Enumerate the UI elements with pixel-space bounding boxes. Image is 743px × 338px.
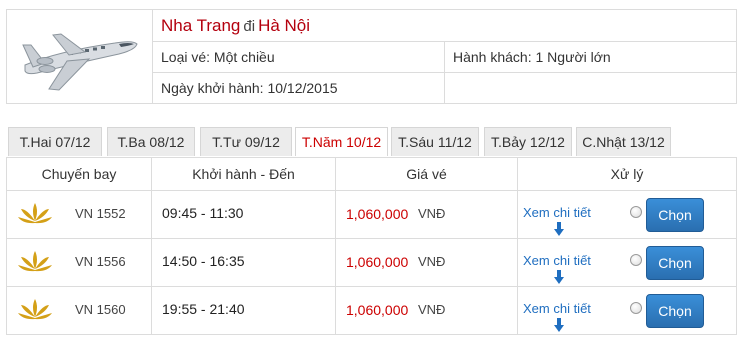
route-separator: đi [243, 18, 256, 35]
tab-fri-11-12[interactable]: T.Sáu 11/12 [391, 127, 479, 156]
ticket-type: Loại vé: Một chiều [153, 42, 445, 72]
tab-thu-10-12[interactable]: T.Năm 10/12 [295, 127, 388, 156]
select-flight-button[interactable]: Chọn [646, 198, 704, 232]
table-row: VN 1560 19:55 - 21:40 1,060,000 VNĐ Xem … [7, 287, 736, 335]
arrow-down-icon[interactable] [554, 318, 564, 332]
flight-times: 19:55 - 21:40 [162, 301, 245, 317]
view-details-link[interactable]: Xem chi tiết [523, 253, 591, 268]
route-title: Nha Trang đi Hà Nội [153, 10, 736, 42]
header-flight: Chuyến bay [7, 158, 152, 191]
departure-date: Ngày khởi hành: 10/12/2015 [153, 73, 445, 103]
view-details-link[interactable]: Xem chi tiết [523, 301, 591, 316]
search-summary: Nha Trang đi Hà Nội Loại vé: Một chiều Hàn… [6, 9, 737, 104]
select-radio[interactable] [630, 254, 642, 266]
tab-wed-09-12[interactable]: T.Tư 09/12 [200, 127, 292, 156]
lotus-logo-icon [18, 203, 52, 224]
tab-sat-12-12[interactable]: T.Bảy 12/12 [484, 127, 572, 156]
trip-info-row: Loại vé: Một chiều Hành khách: 1 Người l… [153, 42, 736, 73]
select-radio[interactable] [630, 206, 642, 218]
tab-tue-08-12[interactable]: T.Ba 08/12 [107, 127, 195, 156]
flight-times: 09:45 - 11:30 [162, 205, 244, 221]
to-city: Hà Nội [258, 16, 311, 35]
select-radio[interactable] [630, 302, 642, 314]
flight-number: VN 1560 [75, 302, 126, 317]
table-row: VN 1552 09:45 - 11:30 1,060,000 VNĐ Xem … [7, 191, 736, 239]
empty-cell [445, 73, 736, 103]
select-flight-button[interactable]: Chọn [646, 294, 704, 328]
flight-number: VN 1552 [75, 206, 126, 221]
arrow-down-icon[interactable] [554, 222, 564, 236]
flight-times: 14:50 - 16:35 [162, 253, 245, 269]
arrow-down-icon[interactable] [554, 270, 564, 284]
ticket-price: 1,060,000 [346, 302, 409, 318]
passenger-count: Hành khách: 1 Người lớn [453, 49, 611, 65]
tab-sun-13-12[interactable]: C.Nhật 13/12 [576, 127, 671, 156]
table-row: VN 1556 14:50 - 16:35 1,060,000 VNĐ Xem … [7, 239, 736, 287]
date-info-row: Ngày khởi hành: 10/12/2015 [153, 73, 736, 103]
ticket-price: 1,060,000 [346, 206, 409, 222]
flight-results-table: Chuyến bay Khởi hành - Đến Giá vé Xử lý … [6, 157, 737, 335]
header-price: Giá vé [336, 158, 518, 191]
currency: VNĐ [418, 206, 446, 221]
ticket-price: 1,060,000 [346, 254, 409, 270]
header-action: Xử lý [518, 158, 736, 191]
flight-number: VN 1556 [75, 254, 126, 269]
currency: VNĐ [418, 302, 446, 317]
select-flight-button[interactable]: Chọn [646, 246, 704, 280]
tab-mon-07-12[interactable]: T.Hai 07/12 [8, 127, 102, 156]
header-time: Khởi hành - Đến [152, 158, 336, 191]
airplane-icon [7, 10, 153, 103]
view-details-link[interactable]: Xem chi tiết [523, 205, 591, 220]
from-city: Nha Trang [161, 16, 241, 35]
currency: VNĐ [418, 254, 446, 269]
lotus-logo-icon [18, 251, 52, 272]
lotus-logo-icon [18, 299, 52, 320]
